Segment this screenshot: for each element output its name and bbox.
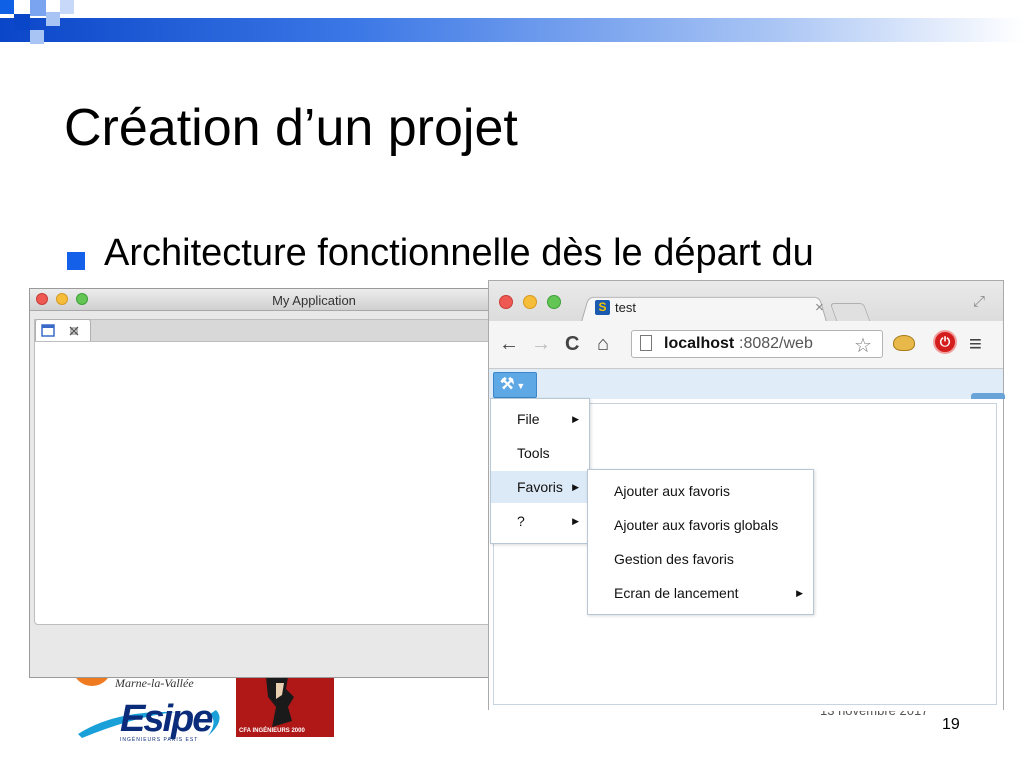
window-title: My Application	[272, 293, 356, 308]
submenu-item-add-favorite[interactable]: Ajouter aux favoris	[588, 475, 813, 507]
bullet-icon	[67, 252, 85, 270]
menu-item-label: Tools	[517, 445, 550, 461]
menu-item-label: Favoris	[517, 479, 563, 495]
close-tab-icon[interactable]: ×	[815, 299, 824, 316]
page-icon	[640, 335, 652, 351]
submenu-item-launch-screen[interactable]: Ecran de lancement ▶	[588, 577, 813, 609]
browser-tab[interactable]: S test ×	[587, 299, 827, 321]
submenu-item-label: Ajouter aux favoris globals	[614, 517, 779, 533]
window-icon	[41, 324, 55, 337]
chevron-down-icon: ▼	[516, 381, 526, 391]
marne-logo-text: Marne-la-Vallée	[115, 676, 194, 690]
home-icon[interactable]: ⌂	[597, 333, 609, 356]
submenu-arrow-icon: ▶	[572, 482, 579, 492]
site-favicon-icon: S	[595, 300, 610, 315]
main-menu: File ▶ Tools Favoris ▶ ? ▶	[490, 398, 590, 544]
back-icon[interactable]: ←	[499, 333, 519, 356]
menu-item-file[interactable]: File ▶	[491, 403, 589, 435]
bullet-text: Architecture fonctionnelle dès le départ…	[104, 232, 814, 274]
cookie-icon[interactable]	[893, 335, 915, 351]
window-titlebar[interactable]: My Application	[30, 289, 498, 311]
stop-icon[interactable]: ⏻	[933, 330, 957, 354]
browser-tabstrip: S test × ⤢	[489, 281, 1003, 322]
tab-bar	[34, 319, 496, 343]
decor-square	[46, 12, 60, 26]
menu-item-label: ?	[517, 513, 525, 529]
submenu-arrow-icon: ▶	[796, 588, 803, 598]
submenu-item-label: Ajouter aux favoris	[614, 483, 730, 499]
tab-title: test	[615, 300, 636, 315]
cfa-logo-text: CFA INGÉNIEURS 2000	[239, 728, 305, 734]
menu-item-tools[interactable]: Tools	[491, 437, 589, 469]
submenu-item-label: Ecran de lancement	[614, 585, 739, 601]
url-host: localhost	[664, 335, 735, 352]
menu-icon[interactable]: ≡	[969, 331, 982, 357]
cfa-logo: CFA INGÉNIEURS 2000	[236, 677, 334, 737]
topbar-accent	[971, 393, 1005, 399]
close-window-button[interactable]	[499, 295, 513, 309]
tools-icon: ⚒	[500, 376, 515, 393]
favoris-submenu: Ajouter aux favoris Ajouter aux favoris …	[587, 469, 814, 615]
new-tab-button[interactable]	[829, 303, 871, 321]
minimize-window-button[interactable]	[523, 295, 537, 309]
tab-main[interactable]	[35, 319, 91, 343]
window-content	[34, 341, 496, 625]
forward-icon[interactable]: →	[531, 333, 551, 356]
esipe-logo: Esipe	[120, 698, 213, 740]
submenu-item-label: Gestion des favoris	[614, 551, 734, 567]
submenu-item-manage-favorites[interactable]: Gestion des favoris	[588, 543, 813, 575]
star-icon[interactable]: ☆	[854, 333, 872, 358]
menu-item-label: File	[517, 411, 540, 427]
url-path: :8082/web	[739, 335, 813, 352]
decor-square	[60, 0, 74, 14]
fullscreen-icon[interactable]: ⤢	[973, 293, 985, 310]
slide-title: Création d’un projet	[64, 99, 518, 157]
zoom-window-button[interactable]	[547, 295, 561, 309]
esipe-logo-sub: INGÉNIEURS PARIS EST	[120, 737, 199, 743]
decor-square	[0, 0, 14, 14]
app-topbar: ⚒ ▼	[489, 369, 1005, 399]
menu-item-favoris[interactable]: Favoris ▶	[491, 471, 589, 503]
browser-toolbar: ← → C ⌂ localhost :8082/web ☆ ⏻ ≡	[489, 321, 1003, 369]
tools-menu-button[interactable]: ⚒ ▼	[493, 372, 537, 398]
menu-item-help[interactable]: ? ▶	[491, 505, 589, 537]
decor-square	[30, 30, 44, 44]
submenu-arrow-icon: ▶	[572, 516, 579, 526]
my-application-window: My Application	[29, 288, 499, 678]
close-tab-icon[interactable]	[68, 325, 80, 337]
decor-square	[14, 14, 30, 30]
decor-square	[30, 0, 46, 16]
submenu-arrow-icon: ▶	[572, 414, 579, 424]
slide-number: 19	[942, 716, 960, 733]
slide-header-bar	[0, 18, 1024, 42]
reload-icon[interactable]: C	[565, 333, 579, 356]
address-bar[interactable]: localhost :8082/web ☆	[631, 330, 883, 358]
submenu-item-add-global-favorite[interactable]: Ajouter aux favoris globals	[588, 509, 813, 541]
